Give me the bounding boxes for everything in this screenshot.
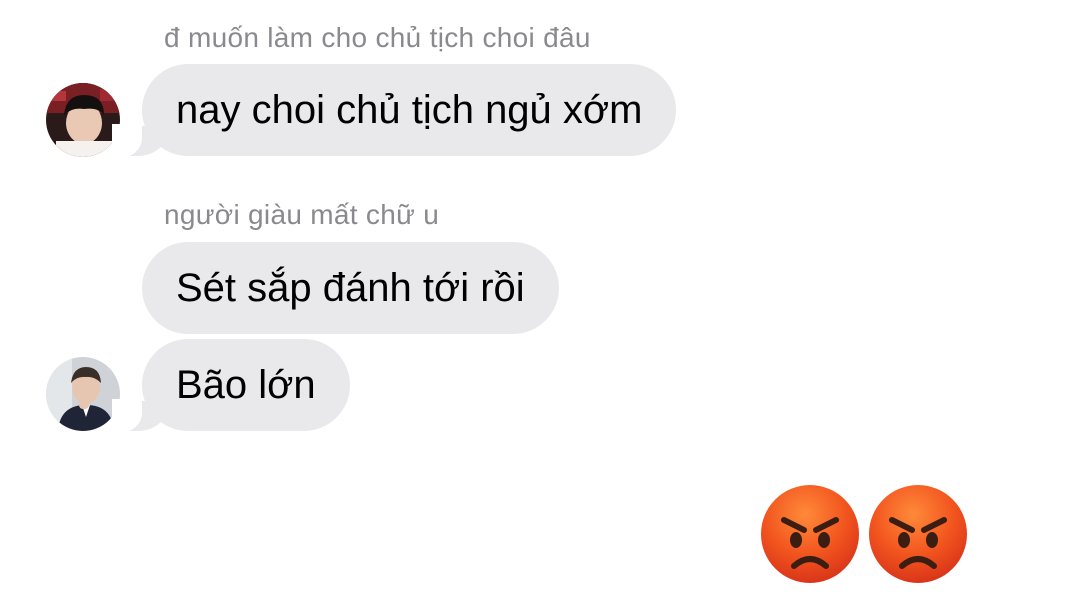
sender-name: đ muốn làm cho chủ tịch choi đâu <box>164 22 591 53</box>
avatar-photo-icon <box>46 83 120 157</box>
sender-name: người giàu mất chữ u <box>164 199 440 230</box>
avatar[interactable] <box>46 83 120 157</box>
message-bubble[interactable]: Sét sắp đánh tới rồi <box>142 242 559 334</box>
avatar-photo-icon <box>46 357 120 431</box>
message-bubble[interactable]: Bão lớn <box>112 339 350 433</box>
message-text: nay choi chủ tịch ngủ xớm <box>176 88 643 132</box>
message-text: Sét sắp đánh tới rồi <box>176 266 525 310</box>
message-bubble[interactable]: nay choi chủ tịch ngủ xớm <box>111 64 677 158</box>
chat-thread: đ muốn làm cho chủ tịch choi đâu nay cho… <box>0 0 1080 614</box>
avatar[interactable] <box>46 357 120 431</box>
message-text: Bão lớn <box>176 363 316 407</box>
angry-face-icon <box>760 484 860 584</box>
angry-face-icon <box>868 484 968 584</box>
